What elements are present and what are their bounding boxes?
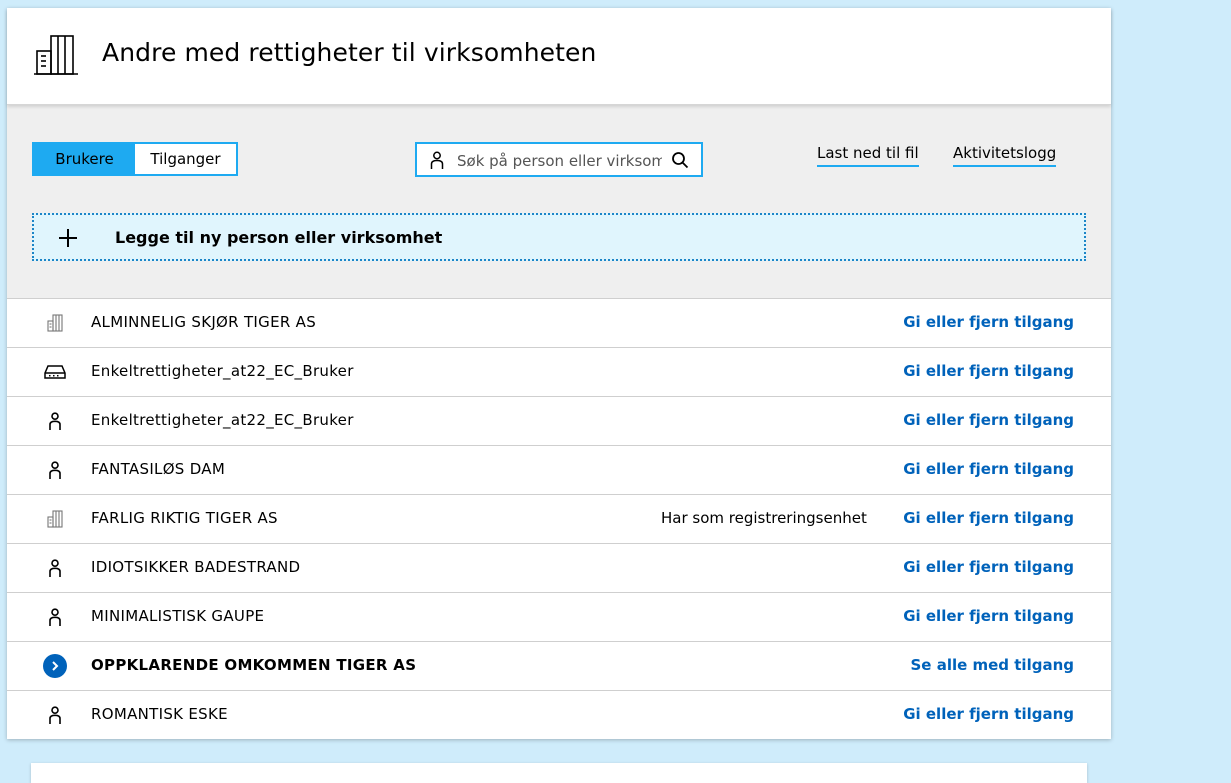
row-action-link[interactable]: Gi eller fjern tilgang <box>903 509 1074 527</box>
row-note: Har som registreringsenhet <box>661 509 867 527</box>
row-name: IDIOTSIKKER BADESTRAND <box>91 558 301 576</box>
row-action-link[interactable]: Gi eller fjern tilgang <box>903 607 1074 625</box>
search-input[interactable] <box>455 150 664 172</box>
search-box <box>415 142 703 177</box>
person-icon <box>43 606 67 628</box>
add-person-button[interactable]: Legge til ny person eller virksomhet <box>32 213 1086 261</box>
building-icon <box>34 35 78 75</box>
row-action-link[interactable]: Gi eller fjern tilgang <box>903 362 1074 380</box>
next-panel <box>31 763 1087 783</box>
row-action-link[interactable]: Gi eller fjern tilgang <box>903 558 1074 576</box>
list-item: IDIOTSIKKER BADESTRAND Gi eller fjern ti… <box>7 544 1111 593</box>
system-icon <box>43 361 67 383</box>
add-person-label: Legge til ny person eller virksomhet <box>115 228 443 247</box>
list-item: MINIMALISTISK GAUPE Gi eller fjern tilga… <box>7 593 1111 642</box>
rights-list: ALMINNELIG SKJØR TIGER AS Gi eller fjern… <box>7 299 1111 739</box>
activity-log-link[interactable]: Aktivitetslogg <box>953 144 1057 167</box>
person-icon <box>43 410 67 432</box>
row-action-link[interactable]: Gi eller fjern tilgang <box>903 411 1074 429</box>
toggle-access-button[interactable]: Tilganger <box>135 144 236 174</box>
person-icon <box>430 151 444 169</box>
row-name: ROMANTISK ESKE <box>91 705 228 723</box>
rights-panel: Andre med rettigheter til virksomheten B… <box>7 8 1111 739</box>
row-name: MINIMALISTISK GAUPE <box>91 607 265 625</box>
row-name: FANTASILØS DAM <box>91 460 226 478</box>
page-title: Andre med rettigheter til virksomheten <box>102 38 597 67</box>
search-icon[interactable] <box>671 151 689 169</box>
toolbar: Brukere Tilganger Last ned til fil Aktiv… <box>7 105 1111 299</box>
list-item: ROMANTISK ESKE Gi eller fjern tilgang <box>7 691 1111 739</box>
panel-header: Andre med rettigheter til virksomheten <box>7 8 1111 105</box>
list-item: FANTASILØS DAM Gi eller fjern tilgang <box>7 446 1111 495</box>
person-icon <box>43 704 67 726</box>
list-item: ALMINNELIG SKJØR TIGER AS Gi eller fjern… <box>7 299 1111 348</box>
row-name: FARLIG RIKTIG TIGER AS <box>91 509 278 527</box>
plus-icon <box>59 229 77 247</box>
row-name: Enkeltrettigheter_at22_EC_Bruker <box>91 411 354 429</box>
row-action-link[interactable]: Se alle med tilgang <box>911 656 1075 674</box>
building-icon <box>43 312 67 334</box>
row-action-link[interactable]: Gi eller fjern tilgang <box>903 705 1074 723</box>
person-icon <box>43 459 67 481</box>
list-item: FARLIG RIKTIG TIGER AS Har som registrer… <box>7 495 1111 544</box>
toggle-users-button[interactable]: Brukere <box>34 144 135 174</box>
building-icon <box>43 508 67 530</box>
row-action-link[interactable]: Gi eller fjern tilgang <box>903 460 1074 478</box>
row-name: OPPKLARENDE OMKOMMEN TIGER AS <box>91 656 417 674</box>
list-item: OPPKLARENDE OMKOMMEN TIGER AS Se alle me… <box>7 642 1111 691</box>
row-name: Enkeltrettigheter_at22_EC_Bruker <box>91 362 354 380</box>
chevron-right-icon[interactable] <box>43 654 67 678</box>
download-link[interactable]: Last ned til fil <box>817 144 919 167</box>
person-icon <box>43 557 67 579</box>
row-name: ALMINNELIG SKJØR TIGER AS <box>91 313 317 331</box>
row-action-link[interactable]: Gi eller fjern tilgang <box>903 313 1074 331</box>
list-item: Enkeltrettigheter_at22_EC_Bruker Gi elle… <box>7 397 1111 446</box>
view-toggle: Brukere Tilganger <box>32 142 238 176</box>
list-item: Enkeltrettigheter_at22_EC_Bruker Gi elle… <box>7 348 1111 397</box>
